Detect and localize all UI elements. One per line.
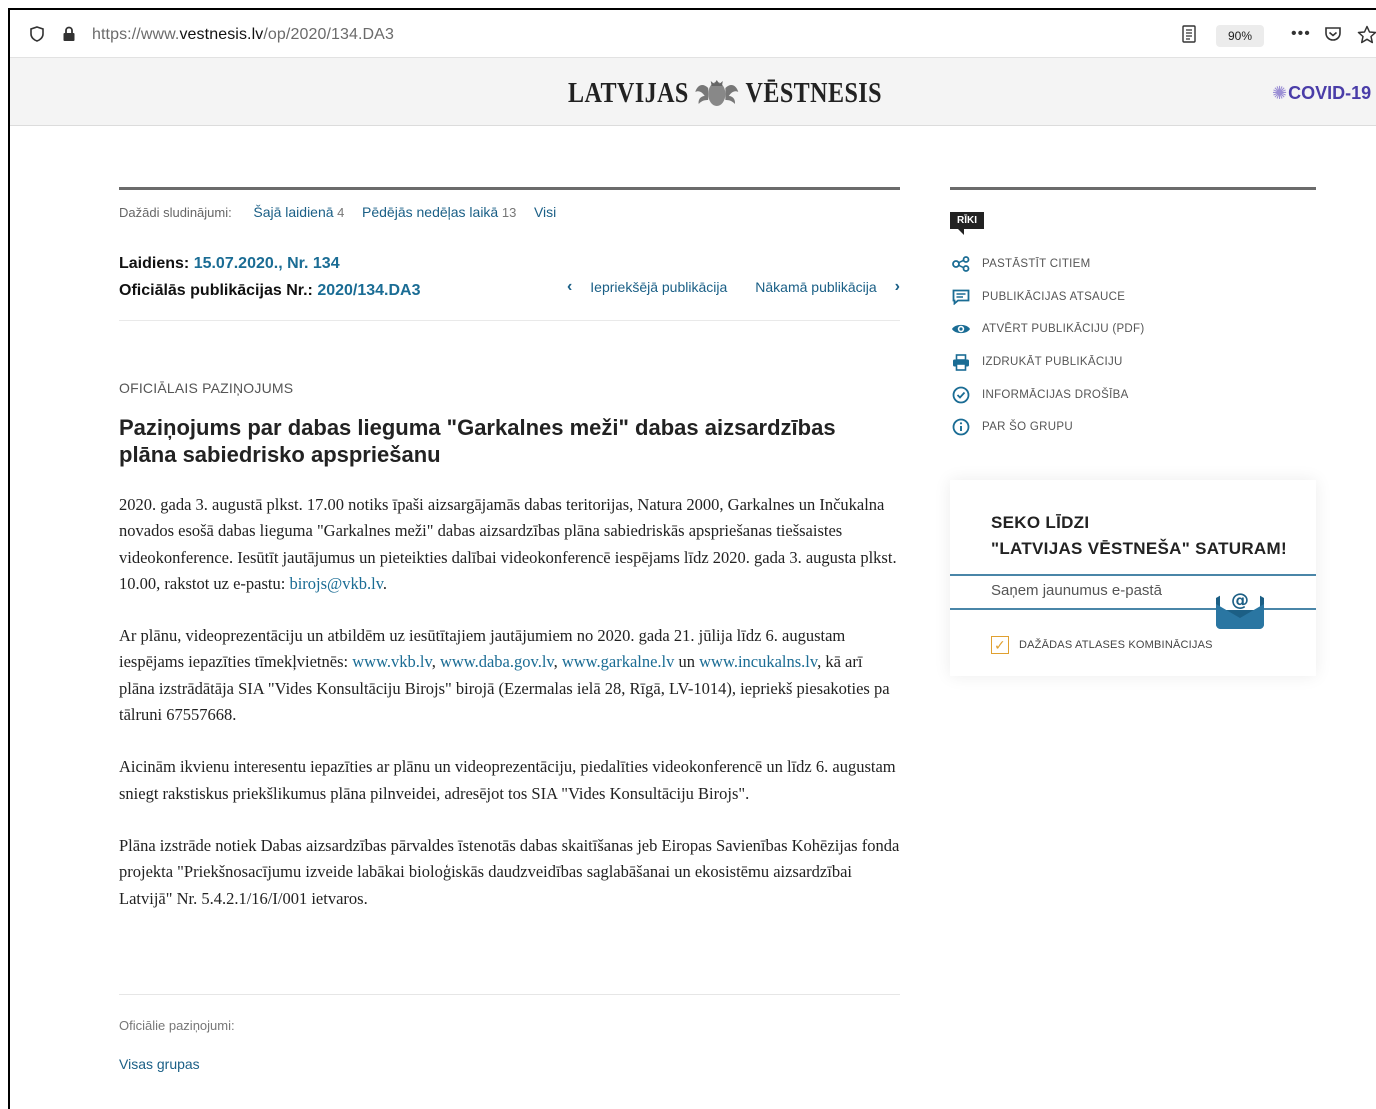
link-incukalns[interactable]: www.incukalns.lv [699,652,817,671]
divider [119,187,900,190]
issue-link[interactable]: 15.07.2020., Nr. 134 [194,255,340,272]
follow-widget: SEKO LĪDZI "LATVIJAS VĒSTNEŠA" SATURAM! … [950,480,1316,676]
tools-list: PASTĀSTĪT CITIEM PUBLIKĀCIJAS ATSAUCE AT… [950,248,1144,444]
article-body: 2020. gada 3. augustā plkst. 17.00 notik… [119,492,901,938]
check-circle-icon [950,386,972,404]
publication-number-link[interactable]: 2020/134.DA3 [317,282,420,299]
prev-publication-link[interactable]: Iepriekšējā publikācija [590,279,727,295]
next-publication-link[interactable]: Nākamā publikācija [755,279,876,295]
follow-title: SEKO LĪDZI "LATVIJAS VĒSTNEŠA" SATURAM! [991,513,1287,558]
paragraph: Ar plānu, videoprezentāciju un atbildēm … [119,626,890,725]
eye-icon [950,320,972,338]
tool-info-security[interactable]: INFORMĀCIJAS DROŠĪBA [950,378,1144,411]
tools-tag: RĪKI [950,212,984,235]
ads-link-all[interactable]: Visi [534,204,556,220]
link-vkb[interactable]: www.vkb.lv [352,652,431,671]
issue-label: Laidiens: [119,255,190,272]
publication-nav: ‹ Iepriekšējā publikācija Nākamā publikā… [567,278,900,296]
ads-link-this-issue[interactable]: Šajā laidienā [253,204,333,220]
svg-text:@: @ [1231,590,1249,611]
email-link[interactable]: birojs@vkb.lv [289,574,382,593]
browser-toolbar: https://www.vestnesis.lv/op/2020/134.DA3… [10,10,1376,58]
site-header: LATVIJAS VĒSTNESIS ✺COVID-19 [10,58,1376,126]
tool-open-pdf[interactable]: ATVĒRT PUBLIKĀCIJU (PDF) [950,313,1144,346]
article-kicker: OFICIĀLAIS PAZIŅOJUMS [119,380,294,396]
divider [119,320,900,321]
info-icon [950,418,972,436]
more-menu-icon[interactable]: ••• [1291,24,1311,44]
tool-print[interactable]: IZDRUKĀT PUBLIKĀCIJU [950,346,1144,379]
reader-view-icon[interactable] [1182,24,1196,44]
ads-bar: Dažādi sludinājumi: Šajā laidienā 4 Pēdē… [119,204,556,220]
address-bar[interactable]: https://www.vestnesis.lv/op/2020/134.DA3 [92,26,394,44]
browser-window: https://www.vestnesis.lv/op/2020/134.DA3… [8,8,1376,1109]
publication-number-label: Oficiālās publikācijas Nr.: [119,282,313,299]
issue-info: Laidiens: 15.07.2020., Nr. 134 Oficiālās… [119,250,421,304]
lock-icon[interactable] [62,24,76,44]
link-garkalne[interactable]: www.garkalne.lv [562,652,675,671]
tool-citation[interactable]: PUBLIKĀCIJAS ATSAUCE [950,281,1144,314]
chevron-left-icon[interactable]: ‹ [567,278,572,296]
chevron-right-icon[interactable]: › [895,278,900,296]
citation-icon [950,288,972,306]
link-daba[interactable]: www.daba.gov.lv [440,652,554,671]
checkbox-checked-icon[interactable]: ✓ [991,636,1009,654]
article-title: Paziņojums par dabas lieguma "Garkalnes … [119,415,836,467]
ads-count: 13 [501,205,517,220]
envelope-icon[interactable]: @ [1210,580,1270,632]
share-icon [950,255,972,273]
tool-share[interactable]: PASTĀSTĪT CITIEM [950,248,1144,281]
site-logo[interactable]: LATVIJAS VĒSTNESIS [568,78,882,110]
all-groups-link[interactable]: Visas grupas [119,1056,200,1072]
paragraph: Plāna izstrāde notiek Dabas aizsardzības… [119,835,900,908]
bookmark-star-icon[interactable] [1357,24,1376,44]
ads-count: 4 [337,205,345,220]
crest-icon [695,80,739,106]
paragraph: Aicinām ikvienu interesentu iepazīties a… [119,757,896,803]
virus-icon: ✺ [1272,83,1288,103]
ads-label: Dažādi sludinājumi: [119,205,232,220]
zoom-indicator[interactable]: 90% [1216,25,1264,47]
shield-icon[interactable] [30,24,44,44]
selection-combinations-option[interactable]: ✓ DAŽĀDAS ATLASES KOMBINĀCIJAS [991,636,1213,654]
printer-icon [950,353,972,371]
divider [950,187,1316,190]
ads-link-last-week[interactable]: Pēdējās nedēļas laikā [362,204,498,220]
divider [119,994,900,995]
paragraph: 2020. gada 3. augustā plkst. 17.00 notik… [119,495,897,593]
groups-label: Oficiālie paziņojumi: [119,1018,235,1033]
pocket-icon[interactable] [1324,24,1342,44]
covid-link[interactable]: ✺COVID-19 [1272,83,1371,104]
tool-about-group[interactable]: PAR ŠO GRUPU [950,411,1144,444]
